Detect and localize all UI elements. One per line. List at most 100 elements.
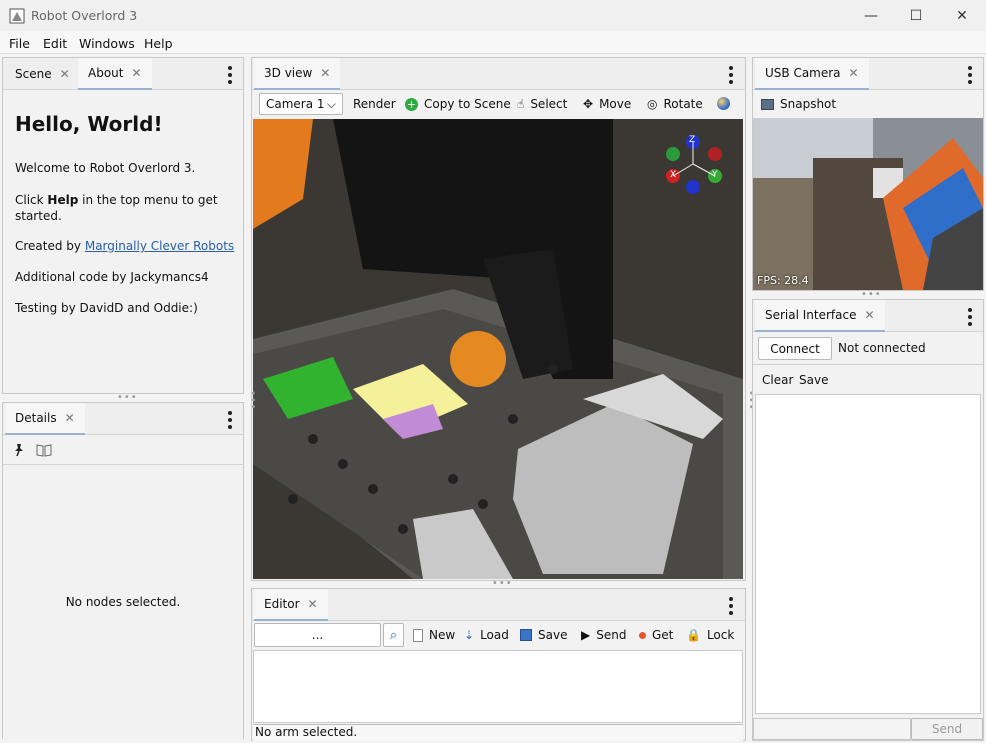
- clear-button[interactable]: Clear: [762, 373, 793, 387]
- tab-scene[interactable]: Scene ✕: [5, 58, 80, 90]
- menu-file[interactable]: File: [9, 36, 30, 51]
- about-welcome: Welcome to Robot Overlord 3.: [15, 161, 196, 175]
- send-button[interactable]: ▶ Send: [581, 628, 626, 642]
- created-pre: Created by: [15, 239, 85, 253]
- divider: [753, 364, 983, 365]
- menu-edit[interactable]: Edit: [43, 36, 67, 51]
- editor-input-value: ...: [311, 628, 324, 642]
- tab-editor-label: Editor: [264, 597, 300, 611]
- tab-usb-camera-label: USB Camera: [765, 66, 841, 80]
- tab-details-label: Details: [15, 411, 57, 425]
- close-icon[interactable]: ✕: [308, 597, 318, 611]
- tab-usb-camera[interactable]: USB Camera ✕: [755, 58, 869, 90]
- tab-about-label: About: [88, 66, 124, 80]
- load-button[interactable]: ⇣ Load: [464, 628, 509, 642]
- creator-link[interactable]: Marginally Clever Robots: [85, 239, 234, 253]
- connection-status: Not connected: [838, 341, 926, 355]
- rotate-icon: ◎: [647, 97, 658, 111]
- camera-icon: [761, 98, 774, 110]
- editor-status-bar: No arm selected.: [253, 724, 743, 741]
- more-options-icon[interactable]: [964, 66, 976, 84]
- snapshot-label: Snapshot: [780, 97, 837, 111]
- app-icon: [9, 8, 25, 24]
- tab-details[interactable]: Details ✕: [5, 403, 85, 435]
- get-button[interactable]: Get: [639, 628, 673, 642]
- axis-z-label: Z: [689, 135, 696, 145]
- tab-editor[interactable]: Editor ✕: [254, 589, 328, 621]
- tab-3d-view[interactable]: 3D view ✕: [254, 58, 341, 90]
- connect-button[interactable]: Connect: [758, 337, 832, 360]
- send-label: Send: [596, 628, 627, 642]
- chevron-down-icon: ⌵: [326, 96, 336, 111]
- more-options-icon[interactable]: [725, 66, 737, 84]
- render-label: Render: [353, 97, 396, 111]
- more-options-icon[interactable]: [725, 597, 737, 615]
- clear-label: Clear: [762, 373, 794, 387]
- move-label: Move: [599, 97, 632, 111]
- book-icon[interactable]: [36, 443, 52, 457]
- plus-circle-icon: +: [405, 97, 418, 111]
- close-icon[interactable]: ✕: [849, 66, 859, 80]
- copy-to-scene-label: Copy to Scene: [424, 97, 511, 111]
- minimize-button[interactable]: —: [848, 0, 894, 31]
- usb-camera-tabstrip: USB Camera ✕: [753, 58, 983, 90]
- copy-to-scene-button[interactable]: + Copy to Scene: [405, 97, 511, 111]
- 3d-viewport[interactable]: Z Y X: [253, 119, 743, 579]
- save-button[interactable]: Save: [520, 628, 567, 642]
- pin-icon[interactable]: [12, 443, 26, 457]
- render-button[interactable]: Render: [353, 97, 396, 111]
- axis-gizmo[interactable]: Z Y X: [663, 134, 723, 194]
- about-heading: Hello, World!: [15, 112, 163, 136]
- select-tool-button[interactable]: ☝ Select: [517, 97, 567, 111]
- axis-x-label: X: [670, 170, 677, 180]
- more-options-icon[interactable]: [964, 308, 976, 326]
- about-testing: Testing by DavidD and Oddie:): [15, 301, 198, 315]
- menu-bar: File Edit Windows Help: [0, 31, 986, 54]
- move-arrows-icon: ✥: [583, 97, 594, 111]
- close-icon[interactable]: ✕: [131, 66, 141, 80]
- splitter-handle[interactable]: •••: [247, 390, 258, 411]
- more-options-icon[interactable]: [224, 66, 236, 84]
- tab-about[interactable]: About ✕: [78, 58, 152, 90]
- close-icon[interactable]: ✕: [60, 67, 70, 81]
- new-button[interactable]: New: [413, 628, 455, 642]
- search-button[interactable]: ⌕: [383, 623, 404, 647]
- maximize-button[interactable]: ☐: [893, 0, 939, 31]
- load-label: Load: [480, 628, 509, 642]
- menu-help[interactable]: Help: [144, 36, 173, 51]
- serial-log[interactable]: [755, 394, 981, 714]
- menu-windows[interactable]: Windows: [79, 36, 135, 51]
- about-created: Created by Marginally Clever Robots: [15, 239, 234, 253]
- rotate-tool-button[interactable]: ◎ Rotate: [647, 97, 703, 111]
- about-help-text: Click Help in the top menu to get starte…: [15, 192, 225, 224]
- serial-input[interactable]: [753, 718, 911, 740]
- globe-icon[interactable]: [717, 97, 730, 110]
- editor-text-area[interactable]: [253, 650, 743, 723]
- save-label: Save: [538, 628, 568, 642]
- serial-send-button[interactable]: Send: [911, 718, 983, 740]
- axis-y-label: Y: [712, 170, 718, 180]
- get-label: Get: [652, 628, 674, 642]
- close-icon[interactable]: ✕: [65, 411, 75, 425]
- serial-tabstrip: Serial Interface ✕: [753, 300, 983, 332]
- tab-serial-interface[interactable]: Serial Interface ✕: [755, 300, 885, 332]
- move-tool-button[interactable]: ✥ Move: [583, 97, 631, 111]
- camera-feed-image: [753, 118, 983, 290]
- window-title: Robot Overlord 3: [31, 8, 138, 23]
- help-bold: Help: [47, 193, 79, 207]
- close-icon[interactable]: ✕: [320, 66, 330, 80]
- select-label: Select: [530, 97, 568, 111]
- pointer-hand-icon: ☝: [517, 97, 525, 111]
- record-dot-icon: [639, 631, 646, 639]
- new-file-icon: [413, 628, 423, 642]
- rotate-label: Rotate: [663, 97, 703, 111]
- camera-select[interactable]: Camera 1 ⌵: [259, 93, 343, 115]
- snapshot-button[interactable]: Snapshot: [761, 97, 836, 111]
- lock-button[interactable]: 🔒 Lock: [686, 628, 734, 642]
- close-button[interactable]: ✕: [939, 0, 985, 31]
- close-icon[interactable]: ✕: [865, 308, 875, 322]
- details-panel: Details ✕ No nodes selected.: [2, 402, 244, 739]
- editor-input[interactable]: ...: [254, 623, 381, 647]
- serial-save-button[interactable]: Save: [799, 373, 828, 387]
- more-options-icon[interactable]: [224, 411, 236, 429]
